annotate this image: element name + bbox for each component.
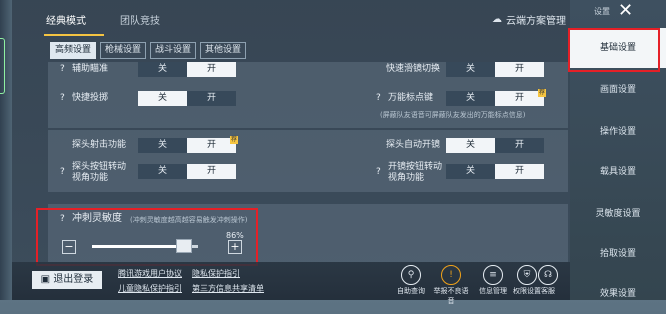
search-icon: ⚲: [401, 265, 421, 285]
setting-label-aim-assist: 辅助瞄准: [72, 64, 109, 74]
toggle-on-option[interactable]: 开: [495, 164, 544, 179]
toggle-on-option[interactable]: 开: [187, 91, 236, 106]
warning-icon: !: [441, 265, 461, 285]
toggle-on-option[interactable]: 开: [495, 91, 544, 106]
active-tab-underline: [44, 34, 104, 36]
recommended-badge: 荐: [230, 136, 238, 144]
setting-label-peek-button-rotate: 探头按钮转动视角功能: [72, 162, 127, 183]
customer-service-button[interactable]: ☊ 客服: [532, 265, 564, 296]
subtab-weapon[interactable]: 枪械设置: [100, 42, 147, 59]
toggle-peek-fire[interactable]: 关 开 荐: [138, 136, 238, 153]
toggle-on-option[interactable]: 开: [187, 138, 236, 153]
toggle-on-option[interactable]: 开: [187, 164, 236, 179]
help-icon[interactable]: ?: [376, 167, 381, 177]
highlight-box-sprint: [36, 208, 258, 266]
tab-team-deathmatch[interactable]: 团队竞技: [120, 12, 160, 27]
link-child-privacy[interactable]: 儿童隐私保护指引: [118, 283, 182, 294]
highlight-box-basic-settings: [568, 28, 660, 72]
tab-classic-mode[interactable]: 经典模式: [46, 12, 86, 27]
info-manage-button[interactable]: ≡ 信息管理: [474, 265, 512, 296]
universal-marker-note: (屏蔽队友语音可屏蔽队友发出的万能标点信息): [380, 111, 526, 119]
recommended-badge: 荐: [538, 89, 546, 97]
cloud-plan-manage-link[interactable]: ☁ 云端方案管理: [492, 12, 566, 27]
toggle-off-option[interactable]: 关: [138, 138, 187, 153]
toggle-off-option[interactable]: 关: [446, 62, 495, 77]
help-icon[interactable]: ?: [60, 64, 65, 74]
self-query-button[interactable]: ⚲ 自助查询: [392, 265, 430, 296]
setting-label-peek-auto-scope: 探头自动开镜: [386, 140, 441, 150]
logout-button[interactable]: ▣ 退出登录: [32, 271, 102, 289]
info-icon: ≡: [483, 265, 503, 285]
subtab-bar: 高频设置 枪械设置 战斗设置 其他设置: [50, 42, 250, 59]
setting-label-quick-scope-switch: 快速滑镜切换: [386, 64, 441, 74]
logout-icon: ▣: [40, 274, 51, 285]
link-user-agreement[interactable]: 腾讯游戏用户协议: [118, 268, 182, 279]
cloud-link-label: 云端方案管理: [506, 16, 566, 27]
toggle-quick-throw[interactable]: 关 开: [138, 91, 236, 106]
toggle-aim-assist[interactable]: 关 开: [138, 62, 236, 77]
report-voice-label: 举报不良语音: [433, 287, 469, 305]
setting-label-universal-marker: 万能标点键: [388, 93, 434, 103]
sidebar-item-controls[interactable]: 操作设置: [570, 112, 666, 152]
customer-service-label: 客服: [541, 287, 555, 295]
help-icon[interactable]: ?: [60, 93, 65, 103]
sidebar-item-graphics[interactable]: 画面设置: [570, 70, 666, 110]
subtab-other[interactable]: 其他设置: [200, 42, 247, 59]
sidebar-item-sensitivity[interactable]: 灵敏度设置: [570, 194, 666, 234]
settings-section-2: 探头射击功能 关 开 荐 探头自动开镜 关 开 ? 探头按钮转动视角功能 关 开…: [48, 130, 568, 192]
toggle-scope-button-rotate[interactable]: 关 开: [446, 164, 544, 179]
setting-label-scope-button-rotate: 开镜按钮转动视角功能: [388, 162, 443, 183]
cloud-icon: ☁: [492, 14, 502, 25]
sidebar-item-pickup[interactable]: 拾取设置: [570, 234, 666, 274]
settings-section-1: ? 辅助瞄准 关 开 快速滑镜切换 关 开 ? 快捷投掷 关 开 ? 万能标点键…: [48, 62, 568, 128]
left-edge-indicator: [0, 38, 5, 94]
help-icon[interactable]: ?: [376, 93, 381, 103]
subtab-high-frequency[interactable]: 高频设置: [50, 42, 97, 59]
link-third-party-list[interactable]: 第三方信息共享清单: [192, 283, 264, 294]
toggle-universal-marker[interactable]: 关 开 荐: [446, 89, 546, 106]
setting-label-peek-fire: 探头射击功能: [72, 140, 127, 150]
toggle-quick-scope-switch[interactable]: 关 开: [446, 62, 544, 77]
self-query-label: 自助查询: [397, 287, 425, 295]
toggle-on-option[interactable]: 开: [187, 62, 236, 77]
help-icon[interactable]: ?: [60, 167, 65, 177]
toggle-off-option[interactable]: 关: [446, 164, 495, 179]
toggle-off-option[interactable]: 关: [138, 164, 187, 179]
sidebar-item-effects[interactable]: 效果设置: [570, 274, 666, 314]
toggle-on-option[interactable]: 开: [495, 62, 544, 77]
toggle-off-option[interactable]: 关: [138, 91, 187, 106]
toggle-on-option[interactable]: 开: [495, 138, 544, 153]
setting-label-quick-throw: 快捷投掷: [72, 93, 109, 103]
bottom-bar: ▣ 退出登录 腾讯游戏用户协议 隐私保护指引 儿童隐私保护指引 第三方信息共享清…: [12, 262, 570, 305]
toggle-peek-auto-scope[interactable]: 关 开: [446, 138, 544, 153]
link-privacy-guide[interactable]: 隐私保护指引: [192, 268, 240, 279]
toggle-off-option[interactable]: 关: [446, 91, 495, 106]
sidebar-title: 设置: [594, 7, 610, 16]
toggle-off-option[interactable]: 关: [138, 62, 187, 77]
toggle-peek-button-rotate[interactable]: 关 开: [138, 164, 236, 179]
subtab-combat[interactable]: 战斗设置: [150, 42, 197, 59]
close-icon[interactable]: ✕: [618, 0, 633, 21]
logout-label: 退出登录: [53, 274, 94, 285]
toggle-off-option[interactable]: 关: [446, 138, 495, 153]
service-icon: ☊: [538, 265, 558, 285]
sidebar-item-vehicle[interactable]: 载具设置: [570, 152, 666, 192]
info-manage-label: 信息管理: [479, 287, 507, 295]
